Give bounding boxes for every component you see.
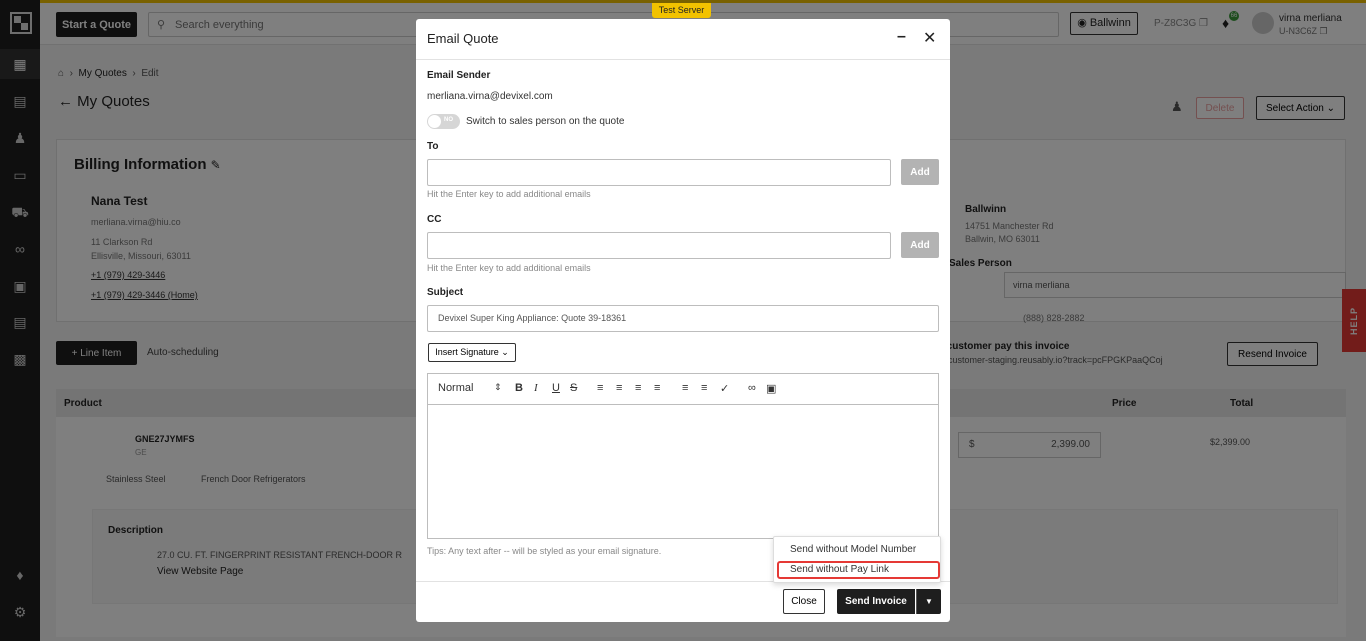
link-icon[interactable]: ∞ <box>748 382 756 394</box>
editor-toolbar: Normal ⇕ B I U S ≡ ≡ ≡ ≡ ≡ ≡ ✓ ∞ ▣ <box>428 374 938 405</box>
modal-header: Email Quote – ✕ <box>416 19 950 60</box>
align-justify-icon[interactable]: ≡ <box>654 382 660 394</box>
subject-label: Subject <box>427 287 464 298</box>
align-center-icon[interactable]: ≡ <box>616 382 622 394</box>
toggle-knob <box>428 115 441 128</box>
checklist-icon[interactable]: ✓ <box>720 382 729 395</box>
cc-hint: Hit the Enter key to add additional emai… <box>427 263 591 273</box>
ordered-list-icon[interactable]: ≡ <box>682 382 688 394</box>
salesperson-toggle[interactable]: NO <box>427 114 460 129</box>
bullet-list-icon[interactable]: ≡ <box>701 382 707 394</box>
format-select-arrows-icon: ⇕ <box>494 382 502 392</box>
format-select[interactable]: Normal <box>438 382 473 394</box>
align-left-icon[interactable]: ≡ <box>597 382 603 394</box>
cc-input[interactable] <box>427 232 891 259</box>
cc-add-button[interactable]: Add <box>901 232 939 258</box>
send-invoice-button[interactable]: Send Invoice <box>837 589 915 614</box>
italic-icon[interactable]: I <box>534 382 538 394</box>
to-add-button[interactable]: Add <box>901 159 939 185</box>
sender-email: merliana.virna@devixel.com <box>427 91 553 102</box>
bold-icon[interactable]: B <box>515 382 523 394</box>
close-icon[interactable]: ✕ <box>923 28 936 48</box>
email-quote-modal: Email Quote – ✕ Email Sender merliana.vi… <box>416 19 950 622</box>
test-server-badge: Test Server <box>652 3 711 18</box>
close-button[interactable]: Close <box>783 589 825 614</box>
send-without-pay-link[interactable]: Send without Pay Link <box>790 564 889 575</box>
to-input[interactable] <box>427 159 891 186</box>
send-options-dropdown: Send without Model Number Send without P… <box>773 536 941 583</box>
strikethrough-icon[interactable]: S <box>570 382 577 394</box>
signature-tips: Tips: Any text after -- will be styled a… <box>427 546 662 556</box>
toggle-state: NO <box>444 117 453 123</box>
align-right-icon[interactable]: ≡ <box>635 382 641 394</box>
toggle-label: Switch to sales person on the quote <box>466 116 625 127</box>
insert-signature-button[interactable]: Insert Signature ⌄ <box>428 343 516 362</box>
cc-label: CC <box>427 214 442 225</box>
to-hint: Hit the Enter key to add additional emai… <box>427 189 591 199</box>
to-label: To <box>427 141 439 152</box>
email-sender-label: Email Sender <box>427 70 491 81</box>
subject-input[interactable]: Devixel Super King Appliance: Quote 39-1… <box>427 305 939 332</box>
underline-icon[interactable]: U <box>552 382 560 394</box>
editor-body[interactable] <box>428 405 938 538</box>
minimize-icon[interactable]: – <box>897 28 906 46</box>
modal-title: Email Quote <box>427 31 499 46</box>
image-icon[interactable]: ▣ <box>766 382 776 395</box>
send-without-model-number[interactable]: Send without Model Number <box>790 544 916 555</box>
send-options-caret-icon[interactable]: ▼ <box>916 589 941 614</box>
email-editor: Normal ⇕ B I U S ≡ ≡ ≡ ≡ ≡ ≡ ✓ ∞ ▣ <box>427 373 939 539</box>
